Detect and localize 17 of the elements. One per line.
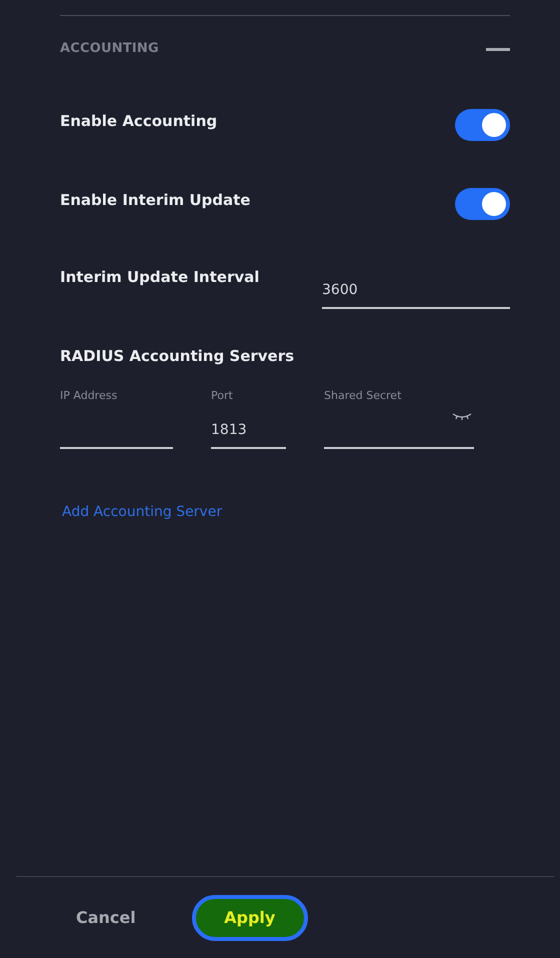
- toggle-label: Enable Interim Update: [60, 190, 250, 211]
- interval-field[interactable]: 3600: [322, 278, 510, 309]
- toggle-switch[interactable]: [455, 188, 510, 220]
- apply-button[interactable]: Apply: [192, 894, 308, 940]
- add-server-link[interactable]: Add Accounting Server: [62, 504, 222, 520]
- field-label: Shared Secret: [324, 388, 402, 404]
- toggle-label: Enable Accounting: [60, 111, 218, 132]
- field-label: IP Address: [60, 388, 118, 404]
- cancel-button[interactable]: Cancel: [76, 906, 136, 930]
- field-label: Interim Update Interval: [60, 267, 260, 288]
- minus-icon[interactable]: [486, 48, 510, 50]
- field-label: Port: [211, 388, 234, 404]
- section-heading: RADIUS Accounting Servers: [60, 346, 296, 367]
- toggle-switch[interactable]: [455, 109, 510, 141]
- eye-closed-icon[interactable]: [452, 412, 472, 420]
- section-title: ACCOUNTING: [60, 40, 159, 58]
- port-field[interactable]: 1813: [211, 418, 286, 449]
